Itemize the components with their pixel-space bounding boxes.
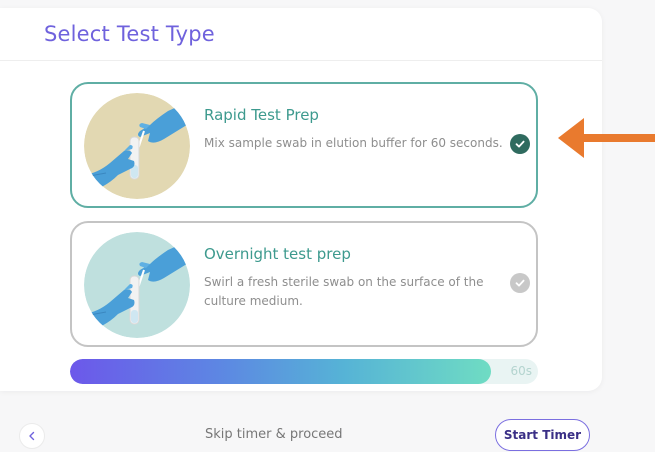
option-overnight-test-prep[interactable]: Overnight test prep Swirl a fresh steril… xyxy=(70,221,538,347)
test-type-card: Select Test Type Rapid Test Prep Mix sam… xyxy=(0,8,602,391)
divider xyxy=(0,60,602,61)
timer-label: 60s xyxy=(510,364,532,378)
back-button[interactable] xyxy=(19,423,45,449)
option-description: Mix sample swab in elution buffer for 60… xyxy=(204,136,503,150)
option-rapid-test-prep[interactable]: Rapid Test Prep Mix sample swab in eluti… xyxy=(70,82,538,208)
check-icon xyxy=(510,273,530,293)
chevron-left-icon xyxy=(29,431,35,441)
check-icon xyxy=(510,134,530,154)
overnight-test-illustration xyxy=(84,232,190,338)
option-title: Rapid Test Prep xyxy=(204,106,319,124)
skip-timer-link[interactable]: Skip timer & proceed xyxy=(205,427,343,442)
rapid-test-illustration xyxy=(84,93,190,199)
start-timer-button[interactable]: Start Timer xyxy=(495,419,590,451)
page-title: Select Test Type xyxy=(44,22,215,46)
timer-progress-bar: 60s xyxy=(70,359,538,384)
timer-progress-fill xyxy=(70,359,492,384)
option-description: Swirl a fresh sterile swab on the surfac… xyxy=(204,275,484,308)
option-title: Overnight test prep xyxy=(204,245,351,263)
arrow-left-icon xyxy=(558,118,655,162)
